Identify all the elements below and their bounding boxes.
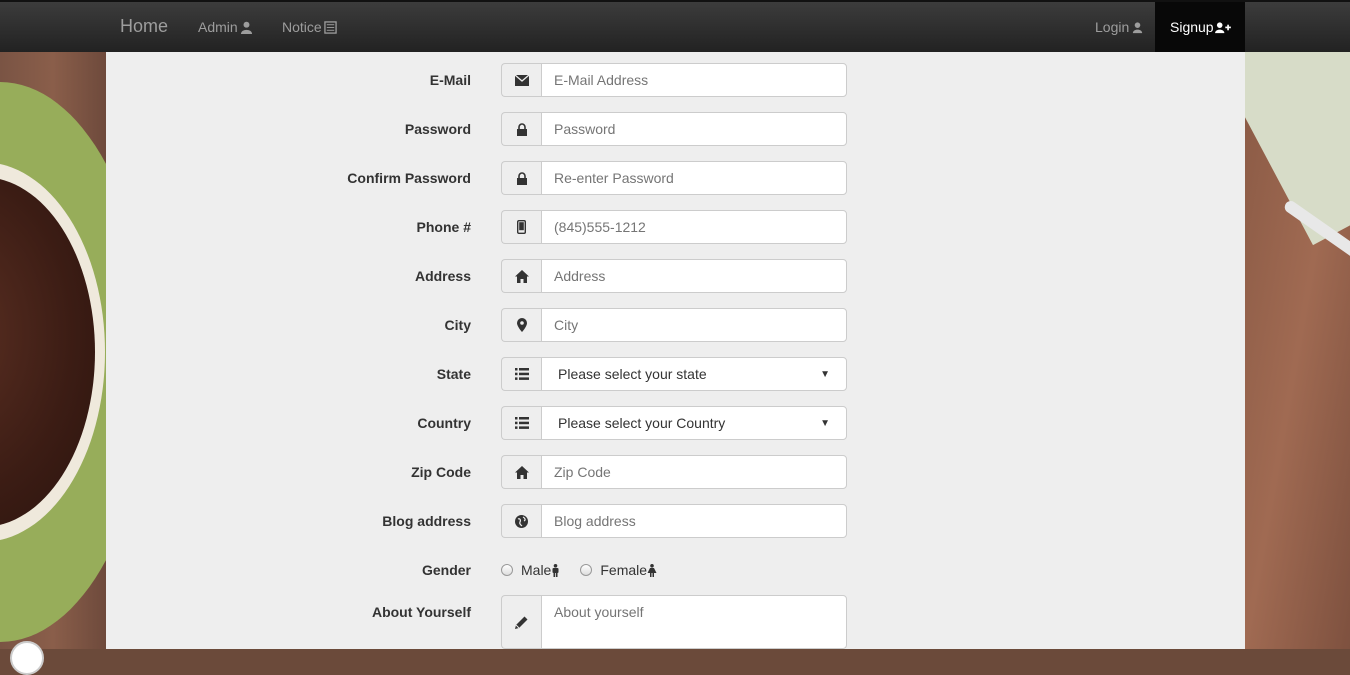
password-field-group xyxy=(501,112,847,146)
password-input[interactable] xyxy=(541,112,847,146)
confirm-password-field-group xyxy=(501,161,847,195)
home-icon xyxy=(501,259,541,293)
lock-icon xyxy=(501,112,541,146)
gender-female-label: Female xyxy=(600,562,648,578)
nav-home-link[interactable]: Home xyxy=(120,16,168,37)
state-field-group: Please select your state ▼ xyxy=(501,357,847,391)
female-icon xyxy=(647,563,657,577)
about-label: About Yourself xyxy=(371,604,471,620)
nav-admin-link[interactable]: Admin xyxy=(198,19,253,35)
city-input[interactable] xyxy=(541,308,847,342)
map-marker-icon xyxy=(501,308,541,342)
city-row: City xyxy=(106,308,1245,342)
about-textarea[interactable] xyxy=(541,595,847,649)
background-left xyxy=(0,52,106,649)
city-label: City xyxy=(444,317,471,333)
gender-male-radio[interactable] xyxy=(501,564,513,576)
zip-field-group xyxy=(501,455,847,489)
blog-field-group xyxy=(501,504,847,538)
nav-signup-active: Signup xyxy=(1155,2,1245,52)
password-label: Password xyxy=(404,121,471,137)
about-field-group xyxy=(501,595,847,649)
gender-female-option[interactable]: Female xyxy=(580,562,657,578)
lock-icon xyxy=(501,161,541,195)
nav-login-label: Login xyxy=(1095,19,1130,35)
gender-label: Gender xyxy=(421,562,471,578)
city-field-group xyxy=(501,308,847,342)
corner-widget[interactable] xyxy=(10,641,44,675)
zip-row: Zip Code xyxy=(106,455,1245,489)
user-icon xyxy=(240,21,252,34)
address-field-group xyxy=(501,259,847,293)
caret-down-icon: ▼ xyxy=(820,368,830,380)
country-label: Country xyxy=(417,415,471,431)
about-row: About Yourself xyxy=(106,595,1245,649)
signup-form-panel: E-Mail Password Confirm Password Phone xyxy=(106,52,1245,649)
zip-input[interactable] xyxy=(541,455,847,489)
phone-field-group xyxy=(501,210,847,244)
phone-row: Phone # xyxy=(106,210,1245,244)
email-row: E-Mail xyxy=(106,63,1245,97)
state-row: State Please select your state ▼ xyxy=(106,357,1245,391)
email-input[interactable] xyxy=(541,63,847,97)
address-label: Address xyxy=(414,268,471,284)
list-icon xyxy=(501,357,541,391)
gender-row: Gender Male Female xyxy=(106,553,1245,587)
list-alt-icon xyxy=(323,20,337,34)
confirm-password-input[interactable] xyxy=(541,161,847,195)
envelope-icon xyxy=(501,63,541,97)
country-select[interactable]: Please select your Country ▼ xyxy=(541,406,847,440)
blog-input[interactable] xyxy=(541,504,847,538)
address-row: Address xyxy=(106,259,1245,293)
nav-admin-label: Admin xyxy=(198,19,238,35)
male-icon xyxy=(552,563,559,577)
state-label: State xyxy=(436,366,471,382)
nav-notice-link[interactable]: Notice xyxy=(282,19,337,35)
gender-radio-group: Male Female xyxy=(501,562,657,578)
password-row: Password xyxy=(106,112,1245,146)
email-field-group xyxy=(501,63,847,97)
user-add-icon xyxy=(1214,21,1231,33)
zip-label: Zip Code xyxy=(411,464,471,480)
blog-label: Blog address xyxy=(382,513,471,529)
nav-notice-label: Notice xyxy=(282,19,322,35)
confirm-password-row: Confirm Password xyxy=(106,161,1245,195)
blog-row: Blog address xyxy=(106,504,1245,538)
country-select-value: Please select your Country xyxy=(558,415,726,431)
phone-label: Phone # xyxy=(416,219,471,235)
state-select-value: Please select your state xyxy=(558,366,707,382)
background-right xyxy=(1245,52,1350,649)
list-icon xyxy=(501,406,541,440)
state-select[interactable]: Please select your state ▼ xyxy=(541,357,847,391)
pencil-icon xyxy=(501,595,541,649)
gender-male-option[interactable]: Male xyxy=(501,562,560,578)
nav-signup-label: Signup xyxy=(1170,19,1214,35)
email-label: E-Mail xyxy=(429,72,471,88)
globe-icon xyxy=(501,504,541,538)
nav-signup-link[interactable]: Signup xyxy=(1170,19,1231,35)
country-row: Country Please select your Country ▼ xyxy=(106,406,1245,440)
home-icon xyxy=(501,455,541,489)
phone-icon xyxy=(501,210,541,244)
navbar: Home Admin Notice Login Signup xyxy=(0,0,1350,52)
confirm-password-label: Confirm Password xyxy=(347,170,471,186)
caret-down-icon: ▼ xyxy=(820,417,830,429)
user-icon xyxy=(1133,21,1143,33)
nav-login-link[interactable]: Login xyxy=(1095,19,1144,35)
gender-female-radio[interactable] xyxy=(580,564,593,576)
address-input[interactable] xyxy=(541,259,847,293)
gender-male-label: Male xyxy=(521,562,552,578)
country-field-group: Please select your Country ▼ xyxy=(501,406,847,440)
phone-input[interactable] xyxy=(541,210,847,244)
